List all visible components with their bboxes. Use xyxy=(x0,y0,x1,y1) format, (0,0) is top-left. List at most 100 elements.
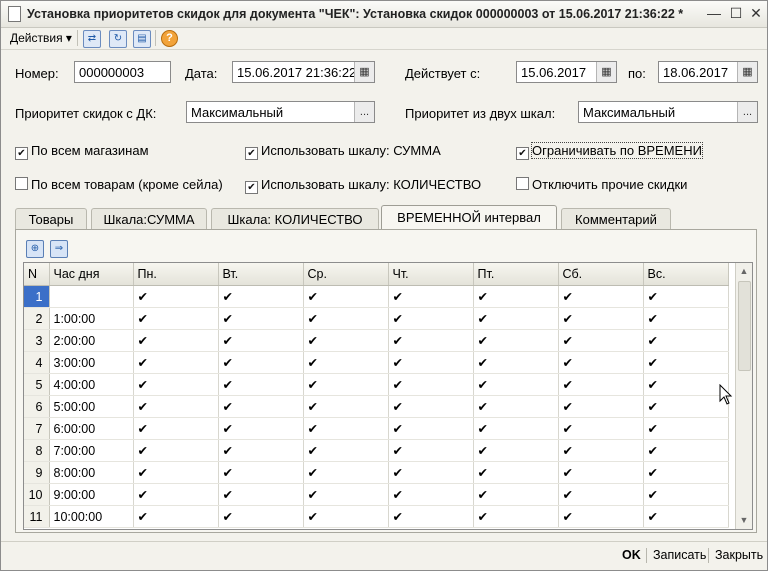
hour-cell[interactable]: 5:00:00 xyxy=(49,395,134,418)
checkbox-box[interactable]: ✔ xyxy=(15,147,28,160)
day-checkbox-cell[interactable]: ✔ xyxy=(218,461,304,484)
day-checkbox-cell[interactable]: ✔ xyxy=(388,285,474,308)
tab-goods[interactable]: Товары xyxy=(15,208,87,230)
valid-from-field[interactable]: 15.06.2017 ▦ xyxy=(516,61,617,83)
day-checkbox-cell[interactable]: ✔ xyxy=(473,373,559,396)
date-field[interactable]: 15.06.2017 21:36:22 ▦ xyxy=(232,61,375,83)
checkbox-checked-icon[interactable]: ✔ xyxy=(648,444,658,458)
time-interval-table[interactable]: N Час дня Пн. Вт. Ср. Чт. Пт. Сб. Вс. 1 ✔… xyxy=(23,262,753,530)
ellipsis-button[interactable]: ... xyxy=(737,102,757,122)
ellipsis-button[interactable]: ... xyxy=(354,102,374,122)
hour-cell[interactable]: 1:00:00 xyxy=(49,307,134,330)
checkbox-box[interactable]: ✔ xyxy=(245,147,258,160)
checkbox-checked-icon[interactable]: ✔ xyxy=(223,334,233,348)
day-checkbox-cell[interactable]: ✔ xyxy=(133,461,219,484)
day-checkbox-cell[interactable]: ✔ xyxy=(558,373,644,396)
checkbox-checked-icon[interactable]: ✔ xyxy=(478,378,488,392)
checkbox-checked-icon[interactable]: ✔ xyxy=(393,510,403,524)
day-checkbox-cell[interactable]: ✔ xyxy=(303,285,389,308)
day-checkbox-cell[interactable]: ✔ xyxy=(473,439,559,462)
day-checkbox-cell[interactable]: ✔ xyxy=(388,329,474,352)
day-checkbox-cell[interactable]: ✔ xyxy=(388,483,474,506)
calendar-icon[interactable]: ▦ xyxy=(737,62,757,82)
scroll-up-icon[interactable]: ▲ xyxy=(736,263,752,279)
day-checkbox-cell[interactable]: ✔ xyxy=(643,483,729,506)
calendar-icon[interactable]: ▦ xyxy=(596,62,616,82)
day-checkbox-cell[interactable]: ✔ xyxy=(133,483,219,506)
checkbox-box[interactable] xyxy=(15,177,28,190)
day-checkbox-cell[interactable]: ✔ xyxy=(303,483,389,506)
checkbox-checked-icon[interactable]: ✔ xyxy=(308,510,318,524)
table-row[interactable]: 11 10:00:00 ✔ ✔ ✔ ✔ ✔ ✔ ✔ xyxy=(24,505,729,528)
day-checkbox-cell[interactable]: ✔ xyxy=(643,307,729,330)
checkbox-checked-icon[interactable]: ✔ xyxy=(138,334,148,348)
checkbox-checked-icon[interactable]: ✔ xyxy=(478,400,488,414)
checkbox-checked-icon[interactable]: ✔ xyxy=(393,378,403,392)
day-checkbox-cell[interactable]: ✔ xyxy=(643,417,729,440)
checkbox-checked-icon[interactable]: ✔ xyxy=(138,356,148,370)
checkbox-checked-icon[interactable]: ✔ xyxy=(223,488,233,502)
tab-comment[interactable]: Комментарий xyxy=(561,208,671,230)
checkbox-checked-icon[interactable]: ✔ xyxy=(308,334,318,348)
checkbox-checked-icon[interactable]: ✔ xyxy=(393,422,403,436)
day-checkbox-cell[interactable]: ✔ xyxy=(133,395,219,418)
checkbox-checked-icon[interactable]: ✔ xyxy=(393,312,403,326)
checkbox-checked-icon[interactable]: ✔ xyxy=(223,378,233,392)
checkbox-checked-icon[interactable]: ✔ xyxy=(648,312,658,326)
day-checkbox-cell[interactable]: ✔ xyxy=(133,439,219,462)
day-checkbox-cell[interactable]: ✔ xyxy=(643,395,729,418)
all-stores-checkbox[interactable]: ✔ По всем магазинам xyxy=(15,143,149,160)
two-scales-select[interactable]: Максимальный... xyxy=(578,101,758,123)
day-checkbox-cell[interactable]: ✔ xyxy=(218,417,304,440)
ok-button[interactable]: OK xyxy=(622,548,641,562)
column-header-sat[interactable]: Сб. xyxy=(558,263,644,286)
checkbox-checked-icon[interactable]: ✔ xyxy=(478,510,488,524)
day-checkbox-cell[interactable]: ✔ xyxy=(303,395,389,418)
day-checkbox-cell[interactable]: ✔ xyxy=(558,329,644,352)
table-row[interactable]: 4 3:00:00 ✔ ✔ ✔ ✔ ✔ ✔ ✔ xyxy=(24,351,729,374)
day-checkbox-cell[interactable]: ✔ xyxy=(218,483,304,506)
hour-cell[interactable]: 4:00:00 xyxy=(49,373,134,396)
vertical-scrollbar[interactable]: ▲ ▼ xyxy=(735,263,752,529)
checkbox-checked-icon[interactable]: ✔ xyxy=(223,312,233,326)
day-checkbox-cell[interactable]: ✔ xyxy=(473,461,559,484)
checkbox-checked-icon[interactable]: ✔ xyxy=(563,488,573,502)
day-checkbox-cell[interactable]: ✔ xyxy=(133,351,219,374)
close-button[interactable]: Закрыть xyxy=(715,548,763,562)
checkbox-checked-icon[interactable]: ✔ xyxy=(138,312,148,326)
all-goods-checkbox[interactable]: По всем товарам (кроме сейла) xyxy=(15,177,223,192)
column-header-thu[interactable]: Чт. xyxy=(388,263,474,286)
day-checkbox-cell[interactable]: ✔ xyxy=(388,461,474,484)
hour-cell[interactable]: 3:00:00 xyxy=(49,351,134,374)
checkbox-checked-icon[interactable]: ✔ xyxy=(138,444,148,458)
day-checkbox-cell[interactable]: ✔ xyxy=(133,329,219,352)
checkbox-checked-icon[interactable]: ✔ xyxy=(478,334,488,348)
calendar-icon[interactable]: ▦ xyxy=(354,62,374,82)
checkbox-checked-icon[interactable]: ✔ xyxy=(563,378,573,392)
day-checkbox-cell[interactable]: ✔ xyxy=(218,395,304,418)
day-checkbox-cell[interactable]: ✔ xyxy=(473,285,559,308)
day-checkbox-cell[interactable]: ✔ xyxy=(218,373,304,396)
day-checkbox-cell[interactable]: ✔ xyxy=(473,351,559,374)
tab-sum-scale[interactable]: Шкала:СУММА xyxy=(91,208,207,230)
day-checkbox-cell[interactable]: ✔ xyxy=(218,351,304,374)
day-checkbox-cell[interactable]: ✔ xyxy=(643,505,729,528)
checkbox-checked-icon[interactable]: ✔ xyxy=(648,422,658,436)
day-checkbox-cell[interactable]: ✔ xyxy=(303,439,389,462)
use-qty-scale-checkbox[interactable]: ✔ Использовать шкалу: КОЛИЧЕСТВО xyxy=(245,177,481,194)
document-icon[interactable]: ▤ xyxy=(133,30,151,48)
checkbox-box[interactable]: ✔ xyxy=(245,181,258,194)
checkbox-checked-icon[interactable]: ✔ xyxy=(308,356,318,370)
checkbox-checked-icon[interactable]: ✔ xyxy=(308,488,318,502)
checkbox-checked-icon[interactable]: ✔ xyxy=(478,444,488,458)
day-checkbox-cell[interactable]: ✔ xyxy=(643,373,729,396)
save-button[interactable]: Записать xyxy=(653,548,706,562)
day-checkbox-cell[interactable]: ✔ xyxy=(388,307,474,330)
day-checkbox-cell[interactable]: ✔ xyxy=(218,285,304,308)
minimize-icon[interactable]: — xyxy=(705,5,723,21)
valid-to-field[interactable]: 18.06.2017 ▦ xyxy=(658,61,758,83)
checkbox-checked-icon[interactable]: ✔ xyxy=(138,378,148,392)
day-checkbox-cell[interactable]: ✔ xyxy=(473,307,559,330)
limit-time-checkbox[interactable]: ✔ Ограничивать по ВРЕМЕНИ xyxy=(516,142,703,160)
copy-icon[interactable]: ↻ xyxy=(109,30,127,48)
